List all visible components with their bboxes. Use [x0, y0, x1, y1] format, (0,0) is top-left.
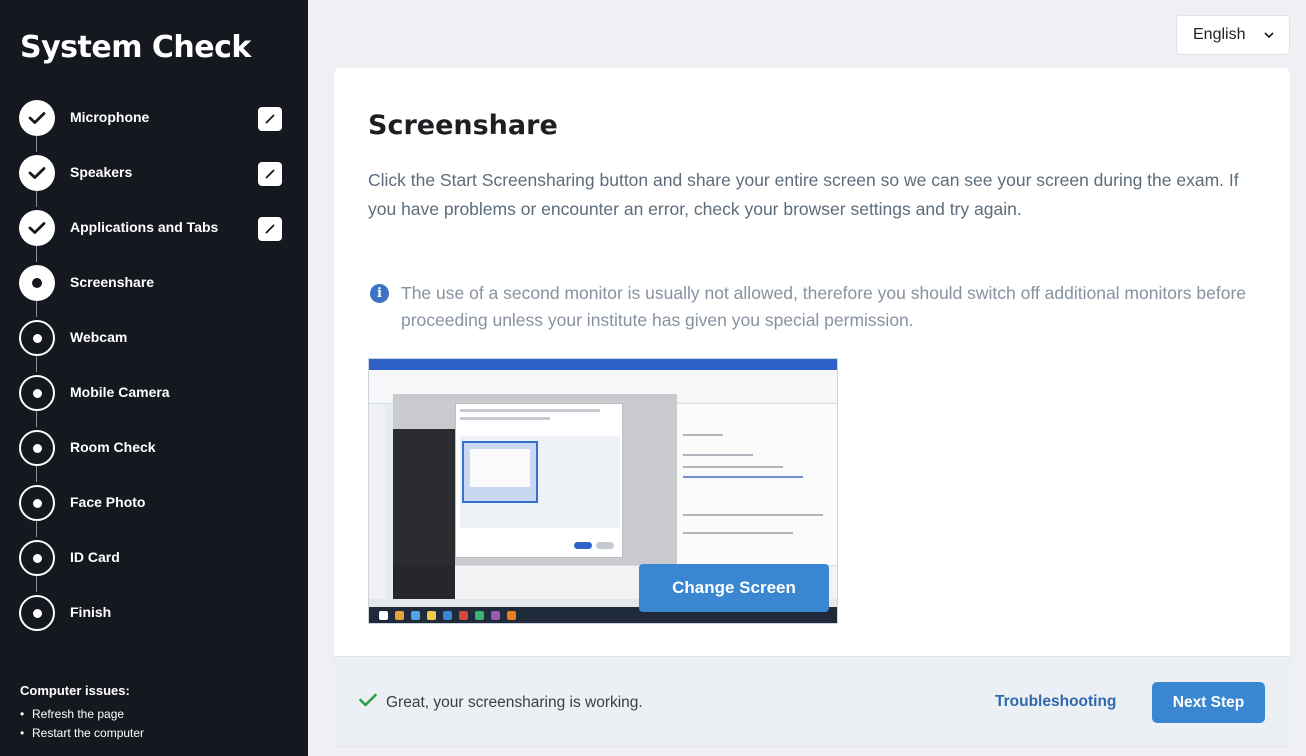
pending-step-icon: [19, 540, 55, 576]
issue-item: Restart the computer: [20, 724, 144, 743]
sidebar-step-id-card[interactable]: ID Card: [0, 535, 308, 576]
info-notice: i The use of a second monitor is usually…: [368, 280, 1248, 334]
step-label: Microphone: [70, 109, 150, 125]
checkmark-icon: [19, 100, 55, 136]
sidebar-step-finish[interactable]: Finish: [0, 590, 308, 631]
sidebar-title: System Check: [20, 30, 251, 65]
sidebar-step-webcam[interactable]: Webcam: [0, 315, 308, 356]
sidebar-step-mobile-camera[interactable]: Mobile Camera: [0, 370, 308, 411]
info-icon: i: [370, 284, 389, 303]
sidebar-step-speakers[interactable]: Speakers: [0, 150, 308, 191]
status-text: Great, your screensharing is working.: [386, 693, 643, 711]
chevron-down-icon: [1263, 28, 1275, 46]
sidebar-step-room-check[interactable]: Room Check: [0, 425, 308, 466]
card-footer: Great, your screensharing is working. Tr…: [334, 656, 1290, 746]
issues-list: Refresh the page Restart the computer: [20, 705, 144, 743]
step-label: Face Photo: [70, 494, 146, 510]
sidebar-step-applications-and-tabs[interactable]: Applications and Tabs: [0, 205, 308, 246]
computer-issues: Computer issues: Refresh the page Restar…: [20, 683, 144, 743]
edit-icon[interactable]: [258, 217, 282, 241]
info-text: The use of a second monitor is usually n…: [401, 283, 1247, 330]
step-label: Mobile Camera: [70, 384, 170, 400]
language-value: English: [1193, 26, 1246, 43]
step-label: Speakers: [70, 164, 133, 180]
step-label: Room Check: [70, 439, 156, 455]
pending-step-icon: [19, 430, 55, 466]
issue-item: Refresh the page: [20, 705, 144, 724]
status-message: Great, your screensharing is working.: [359, 693, 643, 712]
step-label: Applications and Tabs: [70, 219, 219, 235]
screen-preview: Change Screen: [368, 358, 838, 624]
current-step-icon: [19, 265, 55, 301]
checkmark-icon: [359, 693, 377, 712]
step-label: Webcam: [70, 329, 128, 345]
checkmark-icon: [19, 210, 55, 246]
pending-step-icon: [19, 375, 55, 411]
step-label: Finish: [70, 604, 112, 620]
language-select[interactable]: English: [1176, 15, 1290, 55]
sidebar-step-face-photo[interactable]: Face Photo: [0, 480, 308, 521]
edit-icon[interactable]: [258, 107, 282, 131]
sidebar-step-screenshare[interactable]: Screenshare: [0, 260, 308, 301]
next-step-button[interactable]: Next Step: [1152, 682, 1265, 723]
pending-step-icon: [19, 320, 55, 356]
sidebar: System Check Microphone Speakers Applicati…: [0, 0, 308, 756]
page-title: Screenshare: [368, 110, 558, 141]
step-label: Screenshare: [70, 274, 155, 290]
pending-step-icon: [19, 595, 55, 631]
edit-icon[interactable]: [258, 162, 282, 186]
screenshare-card: Screenshare Click the Start Screensharin…: [334, 68, 1290, 746]
pending-step-icon: [19, 485, 55, 521]
issues-title: Computer issues:: [20, 683, 130, 698]
description: Click the Start Screensharing button and…: [368, 170, 1239, 219]
step-label: ID Card: [70, 549, 120, 565]
checkmark-icon: [19, 155, 55, 191]
sidebar-step-microphone[interactable]: Microphone: [0, 95, 308, 136]
change-screen-button[interactable]: Change Screen: [639, 564, 829, 612]
troubleshooting-link[interactable]: Troubleshooting: [995, 693, 1116, 711]
